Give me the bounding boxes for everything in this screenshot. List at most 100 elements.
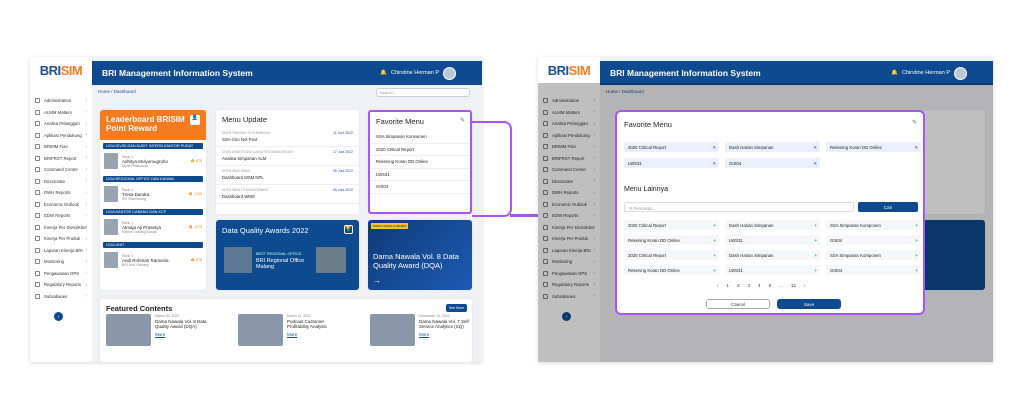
add-icon[interactable]: + (915, 268, 918, 273)
other-menu-item[interactable]: 2020 Critical Report + (624, 220, 719, 230)
sidebar-item[interactable]: Kinerja Per Divisi/Kber (30, 222, 92, 234)
avatar[interactable] (443, 66, 456, 80)
more-link[interactable]: More (419, 332, 472, 337)
save-button[interactable]: Save (777, 299, 841, 309)
bell-icon[interactable]: 🔔 (891, 70, 898, 76)
favorite-chip[interactable]: Dash Harian Simpanan ✕ (725, 142, 820, 152)
bell-icon[interactable]: 🔔 (380, 70, 387, 76)
favorite-chip[interactable]: Rekening Koran DD Online ✕ (826, 142, 921, 152)
sidebar-item[interactable]: Pengawasan OPS (30, 268, 92, 280)
arrow-right-icon[interactable]: → (373, 276, 381, 285)
favorite-item[interactable]: LWS31 (370, 169, 470, 181)
user-menu[interactable]: 🔔 Chirstine Herman P (891, 66, 967, 80)
add-icon[interactable]: + (814, 253, 817, 258)
menu-update-item[interactable]: DIVISI WMS WBKD 26 Juni 2022 Dashboard MSM… (216, 166, 359, 185)
favorite-chip[interactable]: GIS04 ✕ (725, 158, 820, 168)
other-menu-item[interactable]: SSA Simpanan Komponen + (826, 220, 921, 230)
featured-item[interactable]: March 20, 2022 Dama Nawala Vol. 8 Data Qu… (106, 314, 215, 346)
edit-icon[interactable]: ✎ (460, 117, 465, 124)
page-number[interactable]: 2 (737, 283, 740, 288)
other-menu-item[interactable]: LWS31 + (725, 265, 820, 275)
sidebar-item[interactable]: EDW Reports (30, 210, 92, 222)
other-menu-item[interactable]: GIS04 + (826, 265, 921, 275)
add-icon[interactable]: + (713, 238, 716, 243)
menu-search-input[interactable]: ⚲ Pencarian... (624, 202, 854, 212)
add-icon[interactable]: + (915, 238, 918, 243)
sidebar-item[interactable]: Subsidiaries (30, 291, 92, 303)
prev-page-icon[interactable]: ‹ (717, 283, 719, 288)
remove-icon[interactable]: ✕ (712, 161, 716, 167)
brisim-logo[interactable]: BRI SIM (30, 57, 92, 83)
page-number[interactable]: 3 (748, 283, 751, 288)
other-menu-item[interactable]: LWS31 + (725, 235, 820, 245)
sidebar-item[interactable]: Kinerja Per Produk (30, 233, 92, 245)
series-card[interactable]: DAMA NAWALA SERIES Dama Nawala Vol. 8 Da… (368, 220, 472, 290)
edit-icon[interactable]: ✎ (912, 119, 917, 126)
more-link[interactable]: More (155, 332, 215, 337)
add-icon[interactable]: + (814, 238, 817, 243)
sidebar-item[interactable]: Laporan Kinerja BRI (30, 245, 92, 257)
other-menu-item[interactable]: Dash Harian Simpanan + (725, 250, 820, 260)
featured-item[interactable]: March 11, 2022 Podcast Customer Profitabi… (238, 314, 347, 346)
cancel-button[interactable]: Cancel (706, 299, 770, 309)
other-menu-item[interactable]: Rekening Koran DD Online + (624, 265, 719, 275)
add-icon[interactable]: + (915, 253, 918, 258)
menu-update-item[interactable]: DIVISI ASSETS AND LIABILITIES MANAGEMENT… (216, 147, 359, 166)
leaderboard-row[interactable]: Rank 1 Atmaja Aji Prasetya Kantor Cabang B… (100, 215, 206, 239)
other-menu-item[interactable]: 2020 Critical Report + (624, 250, 719, 260)
add-icon[interactable]: + (713, 253, 716, 258)
sidebar-item[interactable]: DWH Reports (30, 187, 92, 199)
dqa-card[interactable]: Data Quality Awards 2022 🏆 BEST REGIONAL… (216, 220, 359, 290)
sidebar-item[interactable]: Monitoring (30, 256, 92, 268)
favorite-chip[interactable]: LWS31 ✕ (624, 158, 719, 168)
favorite-chip[interactable]: 2020 Critical Report ✕ (624, 142, 719, 152)
page-number[interactable]: 5 (769, 283, 772, 288)
remove-icon[interactable]: ✕ (712, 145, 716, 151)
leaderboard-row[interactable]: Rank 1 Tresa Dandra RO Palembang 🔥 1700 (100, 182, 206, 206)
remove-icon[interactable]: ✕ (914, 145, 918, 151)
page-number[interactable]: 4 (758, 283, 761, 288)
sidebar-item[interactable]: Administration (30, 95, 92, 107)
remove-icon[interactable]: ✕ (813, 161, 817, 167)
favorite-item[interactable]: GIS04 (370, 181, 470, 194)
add-icon[interactable]: + (814, 268, 817, 273)
featured-item[interactable]: December 10, 2022 Dama Nawala Vol. 7 Self… (370, 314, 472, 346)
other-menu-item[interactable]: Rekening Koran DD Online + (624, 235, 719, 245)
add-icon[interactable]: + (814, 223, 817, 228)
other-menu-item[interactable]: GIS04 + (826, 235, 921, 245)
sidebar-item[interactable]: Economic Outlook (30, 199, 92, 211)
avatar[interactable] (954, 66, 967, 80)
sidebar-item[interactable]: BRIFRST Report (30, 153, 92, 165)
user-menu[interactable]: 🔔 Chirstine Herman P (380, 66, 456, 80)
breadcrumb[interactable]: Home / Dashboard (98, 89, 136, 94)
other-menu-item[interactable]: SSA Simpanan Komponen + (826, 250, 921, 260)
page-number[interactable]: ... (779, 283, 783, 288)
add-icon[interactable]: + (713, 223, 716, 228)
sidebar-item[interactable]: Aplikasi Pendukung (30, 130, 92, 142)
favorite-item[interactable]: Rekening Koran DD Online (370, 156, 470, 169)
leaderboard-row[interactable]: Rank 1 Adhitya Mulyomugroho Divisi Pelaksa… (100, 149, 206, 173)
sidebar-item[interactable]: Analisa Pelanggan (30, 118, 92, 130)
page-number[interactable]: 1 (727, 283, 730, 288)
other-menu-item[interactable]: Dash Harian Simpanan + (725, 220, 820, 230)
sidebar-item[interactable]: ALMM Matters (30, 107, 92, 119)
next-page-icon[interactable]: › (804, 283, 806, 288)
sidebar-item[interactable]: BRIMM Fian (30, 141, 92, 153)
collapse-icon[interactable]: ‹ (54, 312, 63, 321)
search-button[interactable]: Cari (858, 202, 918, 212)
menu-update-item[interactable]: DIVISI WEALTH MANAGEMENT 05 Juni 2022 Dash… (216, 185, 359, 204)
search-input[interactable]: Search... (376, 88, 470, 97)
add-icon[interactable]: + (713, 268, 716, 273)
favorite-item[interactable]: SSA Simpanan Konsumen (370, 131, 470, 144)
sidebar-item[interactable]: Command Center (30, 164, 92, 176)
brisim-logo[interactable]: BRI SIM (538, 57, 600, 83)
more-link[interactable]: More (287, 332, 347, 337)
favorite-item[interactable]: 2020 Critical Report (370, 144, 470, 156)
menu-update-item[interactable]: DIVISI TRANSACTION BANKING 11 Juni 2022 SS… (216, 128, 359, 147)
page-number[interactable]: 12 (791, 283, 796, 288)
sidebar-item[interactable]: Regulatory Reports (30, 279, 92, 291)
add-icon[interactable]: + (915, 223, 918, 228)
see-more-button[interactable]: See More (445, 304, 467, 312)
sidebar-item[interactable]: Directorate (30, 176, 92, 188)
remove-icon[interactable]: ✕ (813, 145, 817, 151)
